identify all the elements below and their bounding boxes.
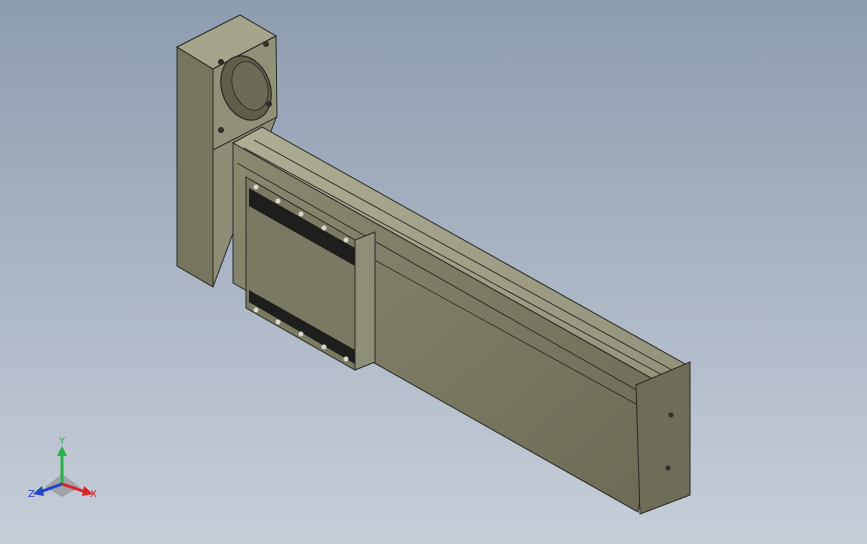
triad-z-label: Z (28, 489, 35, 500)
carriage-screw-2 (275, 198, 281, 204)
flange-hole-2 (263, 41, 269, 47)
carriage-screw-3 (298, 211, 304, 217)
carriage-screw-10 (343, 356, 349, 362)
carriage-screw-8 (298, 331, 304, 337)
carriage-screw-1 (253, 184, 259, 190)
orientation-triad[interactable]: Y X Z (28, 436, 97, 500)
triad-y-label: Y (58, 436, 66, 447)
3d-model-scene[interactable]: Y X Z (0, 0, 867, 544)
flange-hole-3 (218, 127, 224, 133)
flange-hole-4 (266, 101, 272, 107)
triad-y-arrowhead (57, 446, 67, 456)
motor-mount-front-face (176, 46, 214, 288)
carriage-screw-9 (321, 344, 327, 350)
triad-x-label: X (90, 489, 97, 500)
end-cap-hole-1 (668, 412, 674, 418)
end-cap-hole-2 (665, 465, 671, 471)
carriage-screw-6 (253, 307, 259, 313)
rail-end-cap[interactable] (635, 361, 691, 515)
carriage-screw-7 (275, 319, 281, 325)
flange-hole-1 (218, 59, 224, 65)
carriage-side-face (354, 231, 376, 371)
carriage-screw-4 (321, 225, 327, 231)
carriage-screw-5 (343, 237, 349, 243)
graphics-viewport[interactable]: Y X Z (0, 0, 867, 544)
